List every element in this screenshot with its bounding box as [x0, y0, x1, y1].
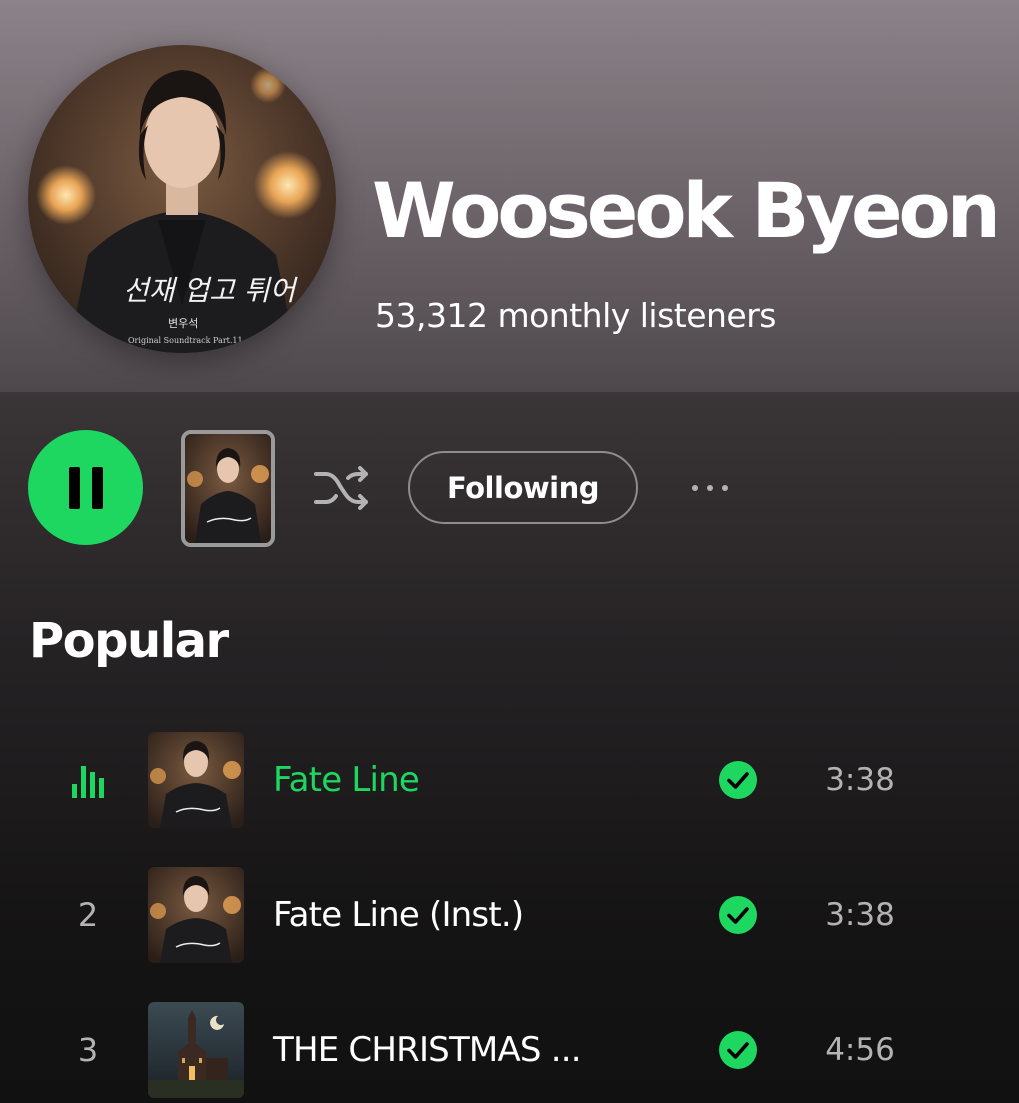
- shuffle-icon: [314, 466, 368, 510]
- track-duration: 3:38: [825, 762, 895, 798]
- track-row[interactable]: 2 Fate Line (Inst.) 3:38: [0, 867, 1019, 963]
- track-row[interactable]: Fate Line 3:38: [0, 732, 1019, 828]
- track-duration: 4:56: [825, 1032, 895, 1068]
- saved-check-icon[interactable]: [718, 895, 758, 935]
- track-index: 2: [77, 896, 99, 934]
- track-duration: 3:38: [825, 897, 895, 933]
- track-title: THE CHRISTMAS ...: [273, 1030, 582, 1070]
- following-button[interactable]: Following: [408, 451, 638, 524]
- saved-check-icon[interactable]: [718, 760, 758, 800]
- artist-name: Wooseok Byeon: [372, 166, 1001, 255]
- now-playing-album-preview[interactable]: [181, 430, 275, 547]
- track-artwork: [148, 1002, 244, 1098]
- more-options-icon: [692, 485, 698, 491]
- cover-title-text: 선재 업고 튀어: [123, 274, 299, 307]
- track-index: 3: [77, 1031, 99, 1069]
- pause-button[interactable]: [28, 430, 143, 545]
- shuffle-button[interactable]: [310, 460, 372, 516]
- artist-avatar: 선재 업고 튀어 변우석 Original Soundtrack Part.11: [28, 45, 336, 353]
- popular-section-title: Popular: [29, 613, 229, 669]
- pause-icon: [63, 466, 109, 509]
- track-artwork: [148, 732, 244, 828]
- equalizer-playing-icon: [72, 766, 104, 798]
- more-options-button[interactable]: [680, 470, 740, 506]
- track-title: Fate Line (Inst.): [273, 895, 524, 935]
- monthly-listeners: 53,312 monthly listeners: [375, 296, 777, 335]
- cover-subtitle-text: 변우석: [168, 317, 198, 330]
- saved-check-icon[interactable]: [718, 1030, 758, 1070]
- track-artwork: [148, 867, 244, 963]
- track-title: Fate Line: [273, 760, 420, 800]
- track-row[interactable]: 3 THE CHRISTMAS ... 4:56: [0, 1002, 1019, 1098]
- cover-caption-text: Original Soundtrack Part.11: [128, 336, 243, 345]
